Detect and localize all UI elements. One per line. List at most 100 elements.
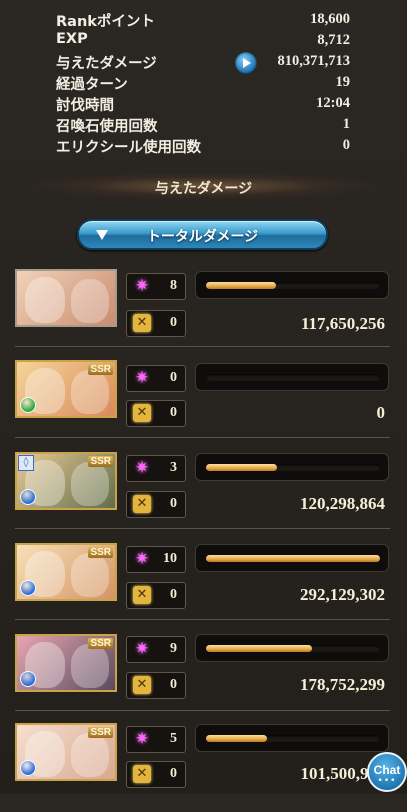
row-separator [15,619,390,620]
damage-bar [195,634,389,662]
character-damage: 120,298,864 [300,494,385,513]
character-damage: 101,500,99 [300,764,378,783]
stat-summon-uses: 召喚石使用回数 1 [56,115,350,136]
ougi-count: 9 [170,641,177,656]
stat-turns: 経過ターン 19 [56,73,350,94]
ssr-badge: SSR [88,638,113,649]
chain-burst-icon [133,314,151,332]
damage-bar-fill [206,735,267,742]
stat-elixir-uses: エリクシール使用回数 0 [56,136,350,157]
stat-label: エリクシール使用回数 [56,140,201,156]
chain-count: 0 [170,405,177,420]
chain-burst-icon [133,404,151,422]
stat-value: 8,712 [317,32,350,48]
character-portrait[interactable]: SSR [15,634,117,692]
ougi-count: 3 [170,460,177,475]
result-stats: Rankポイント 18,600 EXP 8,712 与えたダメージ 810,37… [0,0,407,160]
stat-total-damage: 与えたダメージ 810,371,713 [56,52,350,73]
chain-count-box: 0 [126,582,186,609]
damage-bar-fill [206,555,380,562]
total-damage-dropdown[interactable]: トータルダメージ [77,219,328,250]
ougi-star-icon: ✷ [134,729,150,749]
dropdown-label: トータルダメージ [146,229,259,245]
character-row: ✷ 8 0 117,650,256 [0,266,407,358]
stat-label: 与えたダメージ [56,56,157,72]
character-row: SSR ✷ 0 0 0 [0,357,407,449]
chain-count-box: 0 [126,672,186,699]
stat-value: 12:04 [316,95,350,111]
character-portrait[interactable]: SSR [15,360,117,418]
ougi-count: 0 [170,370,177,385]
chain-burst-icon [133,676,151,694]
chain-burst-icon [133,765,151,783]
water-element-icon [20,671,36,687]
chain-count: 0 [170,766,177,781]
ougi-star-icon: ✷ [134,639,150,659]
character-row: SSR ✷ 5 0 101,500,99 [0,720,407,812]
ougi-count: 10 [163,551,177,566]
damage-bar [195,363,389,391]
chain-burst-icon [133,586,151,604]
chain-count-box: 0 [126,491,186,518]
ougi-count-box: ✷ 8 [126,273,186,300]
damage-bar-fill [206,645,313,652]
character-damage: 292,129,302 [300,585,385,604]
stat-value: 0 [342,137,350,153]
ougi-count-box: ✷ 5 [126,726,186,753]
stat-value: 810,371,713 [277,53,351,69]
ougi-count: 5 [170,731,177,746]
stat-rank-points: Rankポイント 18,600 [56,10,350,31]
stat-exp: EXP 8,712 [56,31,350,52]
character-portrait[interactable]: SSR [15,543,117,601]
stat-label: 討伐時間 [56,98,114,114]
damage-bar [195,724,389,752]
row-separator [15,346,390,347]
stat-value: 18,600 [310,11,350,27]
water-element-icon [20,760,36,776]
water-element-icon [20,489,36,505]
chat-dots-icon: ••• [377,776,397,786]
chain-count: 0 [170,587,177,602]
damage-bar [195,453,389,481]
ougi-count-box: ✷ 10 [126,546,186,573]
chain-count-box: 0 [126,400,186,427]
ougi-count-box: ✷ 3 [126,455,186,482]
character-portrait[interactable]: ◊ SSR [15,452,117,510]
play-icon[interactable] [235,52,257,74]
character-damage: 178,752,299 [300,675,385,694]
ougi-star-icon: ✷ [134,549,150,569]
chat-label: Chat [373,763,401,777]
character-damage: 117,650,256 [300,314,385,333]
chain-count: 0 [170,315,177,330]
character-damage: 0 [376,403,386,422]
ougi-count-box: ✷ 9 [126,636,186,663]
ougi-count: 8 [170,278,177,293]
ssr-badge: SSR [88,456,113,467]
ssr-badge: SSR [88,727,113,738]
section-title: 与えたダメージ [154,181,253,197]
row-separator [15,710,390,711]
character-portrait[interactable]: SSR [15,723,117,781]
stat-label: EXP [56,31,88,47]
chain-count: 0 [170,496,177,511]
chat-button[interactable]: Chat ••• [367,752,407,792]
water-element-icon [20,580,36,596]
ssr-badge: SSR [88,547,113,558]
ougi-count-box: ✷ 0 [126,365,186,392]
damage-bar [195,544,389,572]
ring-badge-icon: ◊ [18,455,34,471]
chain-count-box: 0 [126,761,186,788]
stat-label: 召喚石使用回数 [56,119,158,135]
ougi-star-icon: ✷ [134,368,150,388]
row-separator [15,437,390,438]
stat-time: 討伐時間 12:04 [56,94,350,115]
damage-bar-fill [206,464,278,471]
ougi-star-icon: ✷ [134,458,150,478]
damage-bar [195,271,389,299]
character-portrait[interactable] [15,269,117,327]
stat-value: 1 [342,116,350,132]
stat-value: 19 [335,74,351,90]
chain-count-box: 0 [126,310,186,337]
ougi-star-icon: ✷ [134,276,150,296]
row-separator [15,528,390,529]
